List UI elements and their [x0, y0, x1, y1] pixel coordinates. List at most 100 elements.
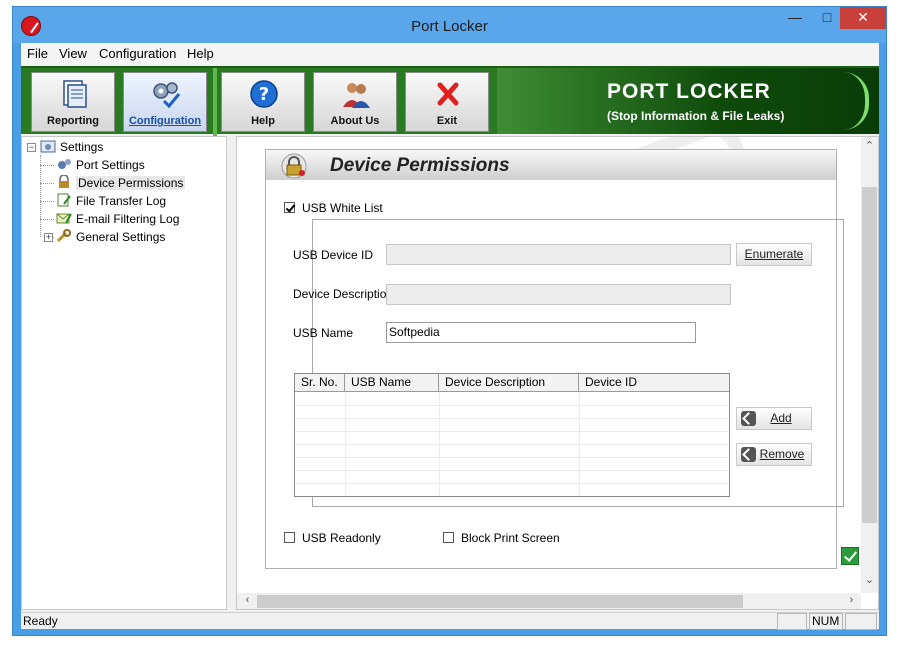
column-header-usb-name[interactable]: USB Name [345, 374, 439, 392]
scroll-down-icon[interactable]: ⌄ [861, 573, 878, 586]
tree-item-file-transfer-log[interactable]: File Transfer Log [56, 192, 166, 210]
help-label: Help [251, 115, 275, 127]
log-edit-icon [57, 193, 71, 207]
status-bar: Ready NUM [21, 612, 879, 630]
vertical-scroll-thumb[interactable] [862, 187, 877, 523]
tree-label: File Transfer Log [76, 194, 167, 208]
grid-line [295, 405, 729, 406]
users-icon [343, 83, 370, 108]
column-header-sr-no[interactable]: Sr. No. [295, 374, 345, 392]
menu-view[interactable]: View [59, 46, 87, 61]
red-x-icon [437, 82, 459, 106]
usb-name-input[interactable]: Softpedia [386, 322, 696, 343]
tree-line [40, 183, 54, 184]
horizontal-scrollbar[interactable]: ‹ › [237, 593, 861, 609]
tree-line [40, 165, 54, 166]
tree-item-email-filtering-log[interactable]: E-mail Filtering Log [56, 210, 179, 228]
close-button[interactable]: ✕ [840, 7, 886, 29]
grid-line [295, 431, 729, 432]
enumerate-label: Enumerate [744, 247, 804, 261]
usb-readonly-checkbox[interactable] [284, 532, 295, 543]
brand-arc-decoration [843, 72, 869, 130]
menu-bar: File View Configuration Help [21, 43, 879, 65]
help-button[interactable]: ? Help [221, 72, 305, 132]
tree-label: General Settings [76, 230, 166, 244]
status-text: Ready [23, 614, 58, 628]
brand-subtitle: (Stop Information & File Leaks) [607, 109, 785, 123]
vertical-scrollbar[interactable]: ⌃ ⌄ [861, 137, 878, 593]
menu-configuration[interactable]: Configuration [99, 46, 176, 61]
status-cell-scroll [845, 613, 877, 630]
about-us-label: About Us [330, 115, 380, 127]
status-cell-caps [777, 613, 807, 630]
usb-name-label: USB Name [293, 326, 354, 340]
exit-button[interactable]: Exit [405, 72, 489, 132]
reporting-button[interactable]: Reporting [31, 72, 115, 132]
tree-label: Device Permissions [76, 176, 186, 190]
table-header: Sr. No. USB Name Device Description Devi… [295, 374, 729, 392]
block-print-screen-label: Block Print Screen [461, 531, 560, 545]
tree-expand-toggle[interactable]: + [44, 233, 53, 242]
tree-item-port-settings[interactable]: Port Settings [56, 156, 145, 174]
block-print-screen-checkbox[interactable] [443, 532, 454, 543]
device-description-field[interactable] [386, 284, 731, 305]
title-bar[interactable]: Port Locker — □ ✕ [13, 7, 886, 43]
maximize-button[interactable]: □ [810, 7, 844, 29]
add-arrow-icon [741, 411, 756, 426]
tree-collapse-toggle[interactable]: − [27, 143, 36, 152]
help-icon: ? [250, 80, 278, 108]
usb-device-table[interactable]: Sr. No. USB Name Device Description Devi… [294, 373, 730, 497]
brand-banner: PORT LOCKER (Stop Information & File Lea… [497, 68, 879, 134]
panel-title: Device Permissions [330, 155, 510, 176]
tree-item-settings[interactable]: Settings [40, 138, 103, 156]
add-button[interactable]: Add [736, 407, 812, 430]
tree-label: Settings [60, 140, 104, 154]
wrench-icon [56, 229, 71, 243]
menu-help[interactable]: Help [187, 46, 214, 61]
scroll-right-icon[interactable]: › [843, 594, 860, 606]
horizontal-scroll-thumb[interactable] [257, 595, 743, 608]
content-pane: Device Permissions USB White List USB De… [236, 136, 879, 610]
usb-device-id-field[interactable] [386, 244, 731, 265]
grid-line [295, 483, 729, 484]
enumerate-button[interactable]: Enumerate [736, 243, 812, 266]
tree-label: Port Settings [76, 158, 145, 172]
column-header-device-description[interactable]: Device Description [439, 374, 579, 392]
device-description-label: Device Description [293, 287, 394, 301]
settings-folder-icon [40, 140, 56, 153]
scroll-up-icon[interactable]: ⌃ [861, 139, 878, 152]
remove-button[interactable]: Remove [736, 443, 812, 466]
usb-readonly-label: USB Readonly [302, 531, 381, 545]
app-window: Port Locker — □ ✕ File View Configuratio… [12, 6, 887, 636]
tree-item-device-permissions[interactable]: Device Permissions [56, 174, 186, 192]
apply-check-button[interactable] [841, 547, 859, 565]
usb-device-id-label: USB Device ID [293, 248, 374, 262]
tree-line [40, 219, 54, 220]
tree-line [40, 201, 54, 202]
about-us-button[interactable]: About Us [313, 72, 397, 132]
status-cell-num: NUM [809, 613, 843, 630]
tree-item-general-settings[interactable]: General Settings [56, 228, 165, 246]
svg-text:?: ? [259, 84, 269, 105]
panel-header: Device Permissions [266, 150, 836, 180]
configuration-button[interactable]: Configuration [123, 72, 207, 132]
pane-splitter[interactable] [228, 136, 234, 610]
report-icon [63, 80, 87, 108]
settings-tree: − Settings Port Settings Device Permissi… [21, 136, 227, 610]
column-header-device-id[interactable]: Device ID [579, 374, 729, 392]
add-label: Add [770, 411, 792, 425]
tree-line [40, 155, 41, 237]
grid-line [295, 470, 729, 471]
reporting-label: Reporting [47, 115, 99, 127]
scroll-left-icon[interactable]: ‹ [239, 594, 256, 606]
tree-label: E-mail Filtering Log [76, 212, 180, 226]
menu-file[interactable]: File [27, 46, 48, 61]
lock-icon [59, 175, 69, 188]
grid-line [295, 418, 729, 419]
client-area: File View Configuration Help Reporting C… [21, 43, 879, 630]
grid-line [295, 444, 729, 445]
email-log-icon [56, 213, 72, 224]
grid-line [295, 457, 729, 458]
usb-white-list-checkbox[interactable] [284, 202, 295, 213]
minimize-button[interactable]: — [778, 7, 812, 29]
